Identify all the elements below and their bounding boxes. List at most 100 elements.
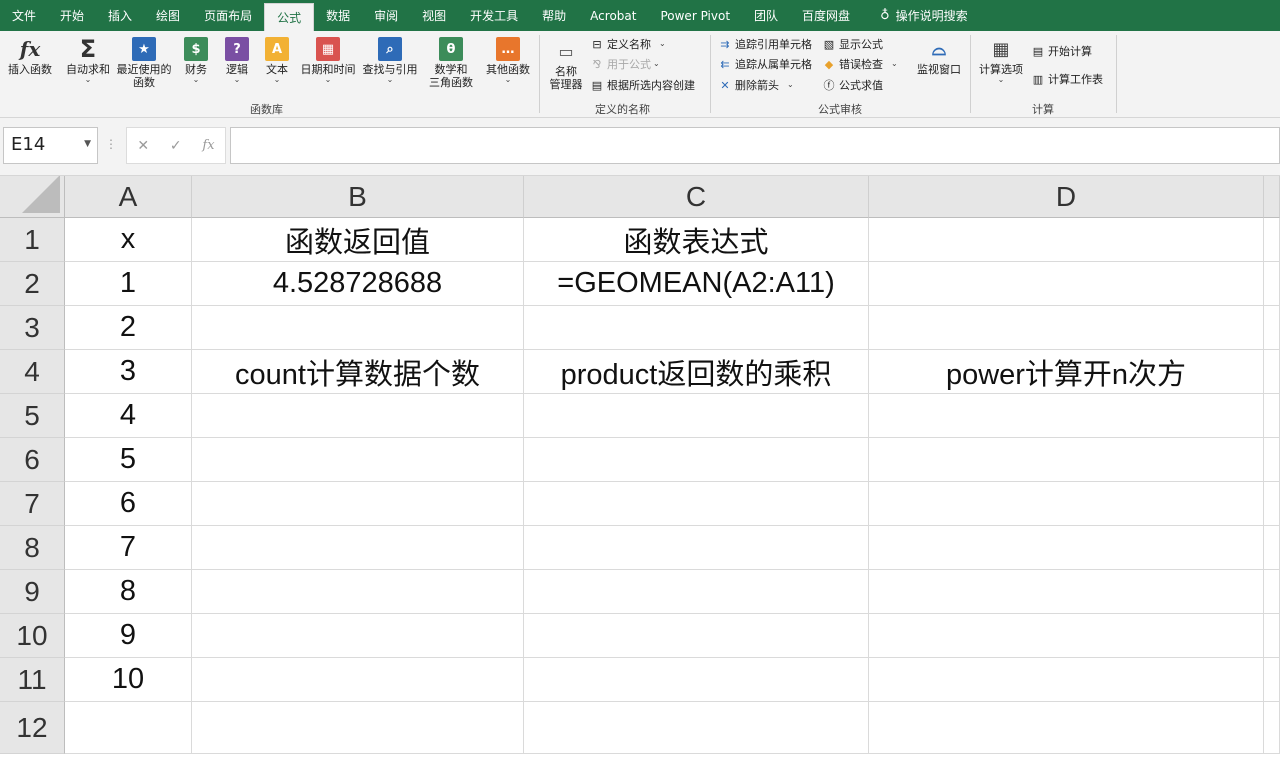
cell-a6[interactable]: 5 [65, 438, 192, 482]
show-formulas-button[interactable]: ▧ 显示公式 [822, 36, 883, 52]
cell-d7[interactable] [869, 482, 1264, 526]
name-manager-button[interactable]: ▭ 名称 管理器 [546, 39, 586, 91]
cancel-icon[interactable]: ✕ [137, 138, 149, 154]
menu-tab-5[interactable]: 公式 [264, 3, 315, 31]
name-box[interactable]: E14 ▼ [3, 127, 98, 164]
cell-b10[interactable] [192, 614, 524, 658]
insert-function-button[interactable]: fx 插入函数 [6, 37, 54, 77]
cell-c8[interactable] [524, 526, 869, 570]
row-header-8[interactable]: 8 [0, 526, 65, 570]
splitter-handle[interactable]: ⋮ [105, 137, 117, 151]
trace-dependents-button[interactable]: ⇇ 追踪从属单元格 [718, 56, 812, 72]
cell-d1[interactable] [869, 218, 1264, 262]
tell-me-search[interactable]: ♁ 操作说明搜索 [868, 0, 980, 31]
formula-input[interactable] [230, 127, 1280, 164]
cell-b5[interactable] [192, 394, 524, 438]
math-trig-button[interactable]: θ 数学和 三角函数 [422, 37, 480, 89]
column-header-a[interactable]: A [65, 176, 192, 218]
cell-a5[interactable]: 4 [65, 394, 192, 438]
calc-now-button[interactable]: ▤ 开始计算 [1031, 43, 1092, 59]
financial-button[interactable]: $ 财务 ⌄ [178, 37, 214, 84]
cell-c11[interactable] [524, 658, 869, 702]
cell-partial-9[interactable] [1264, 570, 1280, 614]
chevron-down-icon[interactable]: ▼ [84, 139, 91, 149]
cell-a3[interactable]: 2 [65, 306, 192, 350]
row-header-2[interactable]: 2 [0, 262, 65, 306]
cell-a8[interactable]: 7 [65, 526, 192, 570]
cell-a9[interactable]: 8 [65, 570, 192, 614]
menu-tab-13[interactable]: 团队 [742, 0, 790, 31]
column-header-partial[interactable] [1264, 176, 1280, 218]
cell-a1[interactable]: x [65, 218, 192, 262]
define-name-button[interactable]: ⊟ 定义名称 ⌄ [590, 36, 665, 52]
cell-d3[interactable] [869, 306, 1264, 350]
row-header-4[interactable]: 4 [0, 350, 65, 394]
cell-c4[interactable]: product返回数的乘积 [524, 350, 869, 394]
confirm-icon[interactable]: ✓ [170, 138, 182, 154]
cell-c12[interactable] [524, 702, 869, 754]
cell-d10[interactable] [869, 614, 1264, 658]
cell-a4[interactable]: 3 [65, 350, 192, 394]
menu-tab-9[interactable]: 开发工具 [458, 0, 530, 31]
error-checking-button[interactable]: ◆ 错误检查 ⌄ [822, 56, 898, 72]
menu-tab-10[interactable]: 帮助 [530, 0, 578, 31]
cell-b6[interactable] [192, 438, 524, 482]
calc-options-button[interactable]: ▦ 计算选项 ⌄ [976, 37, 1026, 84]
insert-function-fx-icon[interactable]: fx [202, 138, 214, 153]
menu-tab-8[interactable]: 视图 [410, 0, 458, 31]
row-header-3[interactable]: 3 [0, 306, 65, 350]
column-header-b[interactable]: B [192, 176, 524, 218]
cell-b4[interactable]: count计算数据个数 [192, 350, 524, 394]
cell-c2[interactable]: =GEOMEAN(A2:A11) [524, 262, 869, 306]
menu-tab-7[interactable]: 审阅 [362, 0, 410, 31]
row-header-10[interactable]: 10 [0, 614, 65, 658]
menu-tab-14[interactable]: 百度网盘 [790, 0, 862, 31]
cell-c1[interactable]: 函数表达式 [524, 218, 869, 262]
menu-tab-0[interactable]: 文件 [0, 0, 48, 31]
cell-partial-5[interactable] [1264, 394, 1280, 438]
cell-d5[interactable] [869, 394, 1264, 438]
evaluate-formula-button[interactable]: ⓕ 公式求值 [822, 77, 884, 93]
select-all-button[interactable] [0, 176, 65, 218]
cell-partial-8[interactable] [1264, 526, 1280, 570]
recent-functions-button[interactable]: ★ 最近使用的 函数 [114, 37, 174, 89]
lookup-button[interactable]: ⌕ 查找与引用 ⌄ [360, 37, 420, 84]
cell-d4[interactable]: power计算开n次方 [869, 350, 1264, 394]
more-functions-button[interactable]: … 其他函数 ⌄ [482, 37, 534, 84]
cell-d2[interactable] [869, 262, 1264, 306]
cell-partial-3[interactable] [1264, 306, 1280, 350]
cell-a11[interactable]: 10 [65, 658, 192, 702]
cell-partial-7[interactable] [1264, 482, 1280, 526]
autosum-button[interactable]: Σ 自动求和 ⌄ [64, 37, 112, 84]
cell-c3[interactable] [524, 306, 869, 350]
cell-b7[interactable] [192, 482, 524, 526]
remove-arrows-button[interactable]: ✕ 删除箭头 ⌄ [718, 77, 793, 93]
menu-tab-6[interactable]: 数据 [314, 0, 362, 31]
cell-a10[interactable]: 9 [65, 614, 192, 658]
cell-partial-10[interactable] [1264, 614, 1280, 658]
cell-c9[interactable] [524, 570, 869, 614]
menu-tab-2[interactable]: 插入 [96, 0, 144, 31]
cell-d8[interactable] [869, 526, 1264, 570]
row-header-6[interactable]: 6 [0, 438, 65, 482]
column-header-d[interactable]: D [869, 176, 1264, 218]
datetime-button[interactable]: ▦ 日期和时间 ⌄ [298, 37, 358, 84]
cell-partial-6[interactable] [1264, 438, 1280, 482]
cell-partial-2[interactable] [1264, 262, 1280, 306]
row-header-12[interactable]: 12 [0, 702, 65, 754]
calc-sheet-button[interactable]: ▥ 计算工作表 [1031, 71, 1103, 87]
cell-d11[interactable] [869, 658, 1264, 702]
menu-tab-1[interactable]: 开始 [48, 0, 96, 31]
text-button[interactable]: A 文本 ⌄ [260, 37, 294, 84]
row-header-11[interactable]: 11 [0, 658, 65, 702]
column-header-c[interactable]: C [524, 176, 869, 218]
row-header-9[interactable]: 9 [0, 570, 65, 614]
cell-c7[interactable] [524, 482, 869, 526]
cell-b3[interactable] [192, 306, 524, 350]
cell-partial-11[interactable] [1264, 658, 1280, 702]
row-header-5[interactable]: 5 [0, 394, 65, 438]
cell-partial-4[interactable] [1264, 350, 1280, 394]
menu-tab-11[interactable]: Acrobat [578, 0, 648, 31]
use-in-formula-button[interactable]: ⅋ 用于公式 ⌄ [590, 56, 660, 72]
row-header-7[interactable]: 7 [0, 482, 65, 526]
